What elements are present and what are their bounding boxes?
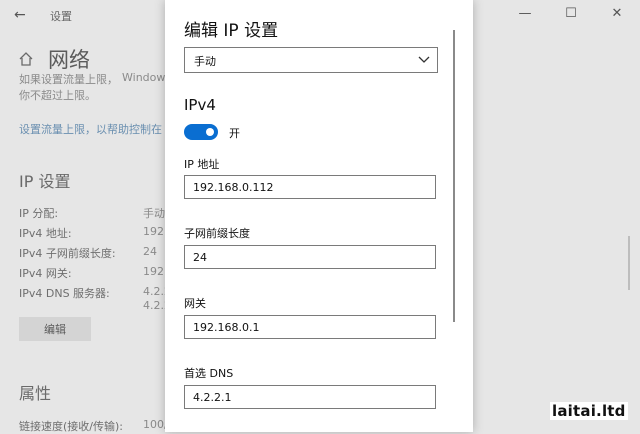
ipv4-address-label: IPv4 地址: xyxy=(19,227,72,240)
edit-button[interactable]: 编辑 xyxy=(19,317,91,341)
scrollbar[interactable] xyxy=(628,236,630,290)
ipv4-heading: IPv4 xyxy=(184,96,216,114)
ip-address-label: IP 地址 xyxy=(184,158,220,171)
gateway-input[interactable] xyxy=(184,315,436,339)
page-header: 网络 xyxy=(18,44,90,74)
faded-text-line: 如果设置流量上限， xyxy=(19,73,118,86)
preferred-dns-label: 首选 DNS xyxy=(184,367,234,380)
ipv4-toggle[interactable] xyxy=(184,124,218,140)
ip-mode-value: 手动 xyxy=(194,55,216,68)
chevron-down-icon xyxy=(418,56,430,63)
gateway-label: 网关 xyxy=(184,297,206,310)
watermark: laitai.ltd xyxy=(550,402,628,420)
ipv4-address-value: 192. xyxy=(143,225,168,238)
back-arrow-icon[interactable]: ← xyxy=(14,7,26,23)
window-controls: — ☐ ✕ xyxy=(502,0,640,30)
ip-assignment-value: 手动 xyxy=(143,207,165,220)
ip-address-input[interactable] xyxy=(184,175,436,199)
faded-text-line: Windows xyxy=(122,71,172,84)
ip-mode-select[interactable]: 手动 xyxy=(184,47,438,73)
ipv4-prefix-value: 24 xyxy=(143,245,157,258)
minimize-button[interactable]: — xyxy=(502,0,548,30)
ip-settings-heading: IP 设置 xyxy=(19,172,71,191)
ipv4-prefix-label: IPv4 子网前缀长度: xyxy=(19,247,116,260)
home-icon[interactable] xyxy=(18,51,34,67)
ipv4-dns-label: IPv4 DNS 服务器: xyxy=(19,287,110,300)
window-title: 设置 xyxy=(50,10,72,23)
toggle-knob xyxy=(206,128,214,136)
subnet-prefix-label: 子网前缀长度 xyxy=(184,227,250,240)
link-speed-value: 100/ xyxy=(143,418,168,431)
faded-text-line: 你不超过上限。 xyxy=(19,89,96,102)
ipv4-gateway-value: 192. xyxy=(143,265,168,278)
page-title: 网络 xyxy=(48,48,90,72)
dialog-scrollbar[interactable] xyxy=(453,30,455,322)
ipv4-gateway-label: IPv4 网关: xyxy=(19,267,72,280)
maximize-button[interactable]: ☐ xyxy=(548,0,594,30)
edit-ip-dialog: 编辑 IP 设置 手动 IPv4 开 IP 地址 子网前缀长度 网关 首选 DN… xyxy=(165,0,473,432)
dialog-title: 编辑 IP 设置 xyxy=(184,21,279,41)
subnet-prefix-input[interactable] xyxy=(184,245,436,269)
ipv4-toggle-label: 开 xyxy=(229,127,240,140)
properties-heading: 属性 xyxy=(19,384,52,403)
preferred-dns-input[interactable] xyxy=(184,385,436,409)
ip-assignment-label: IP 分配: xyxy=(19,207,59,220)
data-limit-link[interactable]: 设置流量上限，以帮助控制在 xyxy=(19,121,162,137)
close-button[interactable]: ✕ xyxy=(594,0,640,30)
